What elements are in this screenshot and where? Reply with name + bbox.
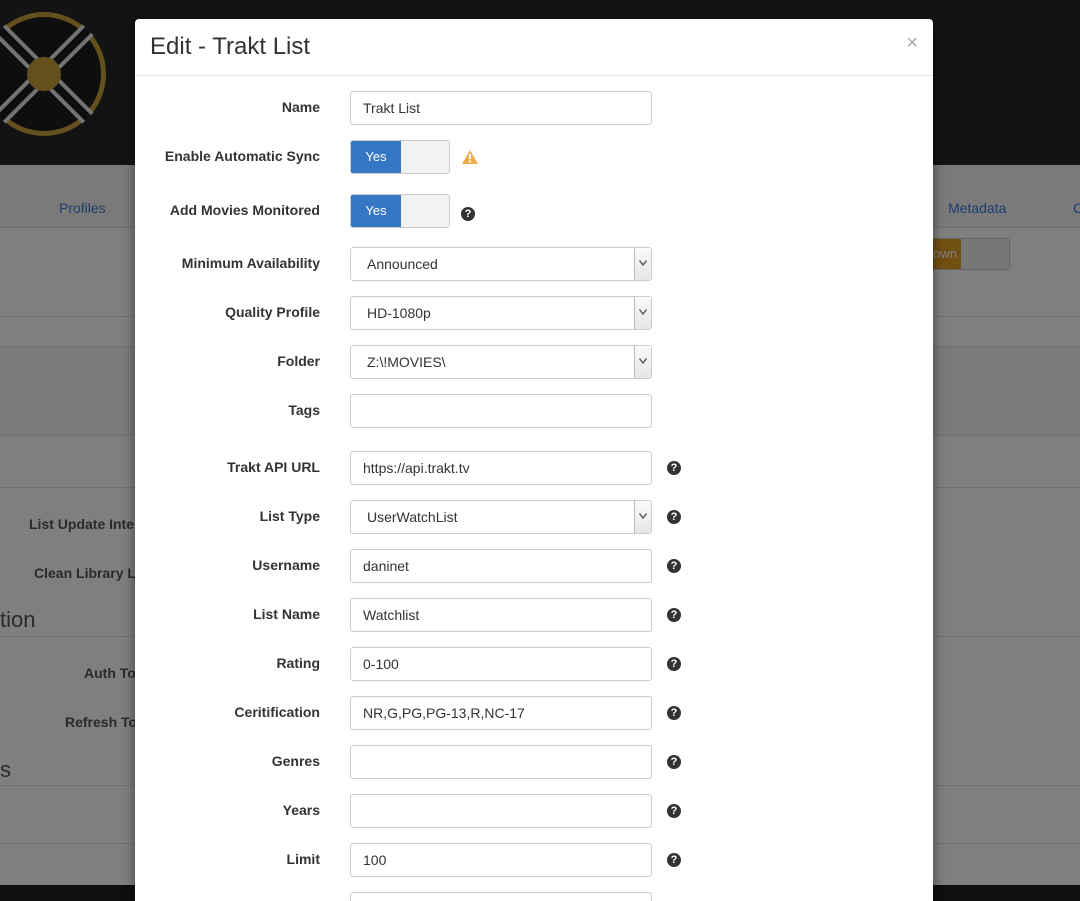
monitored-label: Add Movies Monitored [169,202,320,218]
years-label: Years [282,802,320,818]
toggle-yes: Yes [351,141,401,173]
help-icon[interactable]: ? [667,461,681,475]
limit-input[interactable] [350,843,652,877]
help-icon[interactable]: ? [667,510,681,524]
folder-row: Folder Z:\!MOVIES\ [135,345,933,379]
selected-value: Announced [367,256,438,272]
help-icon[interactable]: ? [667,706,681,720]
name-input[interactable] [350,91,652,125]
auto-sync-toggle[interactable]: Yes [350,140,450,174]
chevron-down-icon[interactable] [634,297,651,329]
next-field-row [135,892,933,901]
warning-icon[interactable] [461,149,479,165]
modal-header: Edit - Trakt List × [135,19,933,76]
edit-list-modal: Edit - Trakt List × Name Enable Automati… [135,19,933,901]
monitored-toggle[interactable]: Yes [350,194,450,228]
help-icon[interactable]: ? [461,207,475,221]
help-icon[interactable]: ? [667,608,681,622]
min-availability-label: Minimum Availability [181,255,320,271]
quality-profile-row: Quality Profile HD-1080p [135,296,933,330]
modal-title: Edit - Trakt List [150,33,311,60]
help-icon[interactable]: ? [667,559,681,573]
limit-label: Limit [286,851,320,867]
folder-label: Folder [277,353,320,369]
help-icon[interactable]: ? [667,755,681,769]
help-icon[interactable]: ? [667,853,681,867]
rating-label: Rating [276,655,320,671]
list-type-row: List Type UserWatchList ? [135,500,933,534]
help-icon[interactable]: ? [667,804,681,818]
genres-input[interactable] [350,745,652,779]
certification-label: Ceritification [234,704,320,720]
certification-input[interactable] [350,696,652,730]
folder-select[interactable]: Z:\!MOVIES\ [350,345,652,379]
quality-profile-label: Quality Profile [225,304,320,320]
min-availability-row: Minimum Availability Announced [135,247,933,281]
chevron-down-icon[interactable] [634,248,651,280]
years-row: Years ? [135,794,933,828]
genres-row: Genres ? [135,745,933,779]
rating-input[interactable] [350,647,652,681]
limit-row: Limit ? [135,843,933,877]
rating-row: Rating ? [135,647,933,681]
certification-row: Ceritification ? [135,696,933,730]
toggle-yes: Yes [351,195,401,227]
list-name-input[interactable] [350,598,652,632]
name-row: Name [135,91,933,125]
chevron-down-icon[interactable] [634,346,651,378]
list-name-label: List Name [253,606,320,622]
api-url-row: Trakt API URL ? [135,451,933,485]
username-label: Username [252,557,320,573]
help-icon[interactable]: ? [667,657,681,671]
selected-value: Z:\!MOVIES\ [367,354,446,370]
username-input[interactable] [350,549,652,583]
chevron-down-icon[interactable] [634,501,651,533]
auto-sync-row: Enable Automatic Sync Yes [135,140,933,174]
close-icon[interactable]: × [906,33,918,53]
username-row: Username ? [135,549,933,583]
api-url-label: Trakt API URL [227,459,320,475]
tags-label: Tags [288,402,320,418]
monitored-row: Add Movies Monitored Yes ? [135,194,933,228]
genres-label: Genres [271,753,320,769]
list-type-select[interactable]: UserWatchList [350,500,652,534]
selected-value: UserWatchList [367,509,458,525]
auto-sync-label: Enable Automatic Sync [164,148,320,164]
list-name-row: List Name ? [135,598,933,632]
tags-row: Tags [135,394,933,428]
list-type-label: List Type [259,508,320,524]
years-input[interactable] [350,794,652,828]
min-availability-select[interactable]: Announced [350,247,652,281]
selected-value: HD-1080p [367,305,431,321]
name-label: Name [281,99,320,115]
quality-profile-select[interactable]: HD-1080p [350,296,652,330]
tags-input[interactable] [350,394,652,428]
next-field-input[interactable] [350,892,652,901]
api-url-input[interactable] [350,451,652,485]
